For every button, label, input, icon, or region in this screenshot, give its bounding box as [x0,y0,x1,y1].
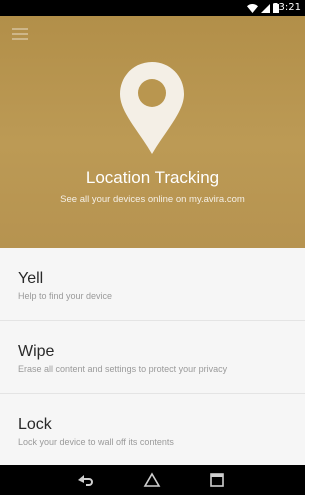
page-title: Location Tracking [85,168,220,187]
recents-icon[interactable] [208,472,226,488]
app-screen: 13:21 Location Tracking See all your dev… [0,0,305,495]
wipe-action[interactable]: Wipe Erase all content and settings to p… [0,321,305,394]
yell-action[interactable]: Yell Help to find your device [0,248,305,321]
hamburger-menu-icon[interactable] [12,28,28,40]
signal-icon [261,3,270,13]
location-tracking-header: Location Tracking See all your devices o… [0,16,305,248]
yell-description: Help to find your device [18,291,113,301]
actions-list: Yell Help to find your device Wipe Erase… [0,248,305,465]
navigation-bar [0,465,305,495]
location-pin-icon [120,62,184,154]
lock-action[interactable]: Lock Lock your device to wall off its co… [0,394,305,466]
wipe-description: Erase all content and settings to protec… [18,364,228,374]
back-icon[interactable] [76,472,94,488]
wipe-title: Wipe [18,343,55,360]
lock-description: Lock your device to wall off its content… [18,437,174,447]
page-subtitle: See all your devices online on my.avira.… [60,194,245,205]
lock-title: Lock [18,416,52,433]
wifi-icon [247,3,258,13]
status-bar: 13:21 [0,0,305,16]
status-time: 13:21 [272,2,301,13]
home-icon[interactable] [143,472,161,488]
yell-title: Yell [18,270,44,287]
